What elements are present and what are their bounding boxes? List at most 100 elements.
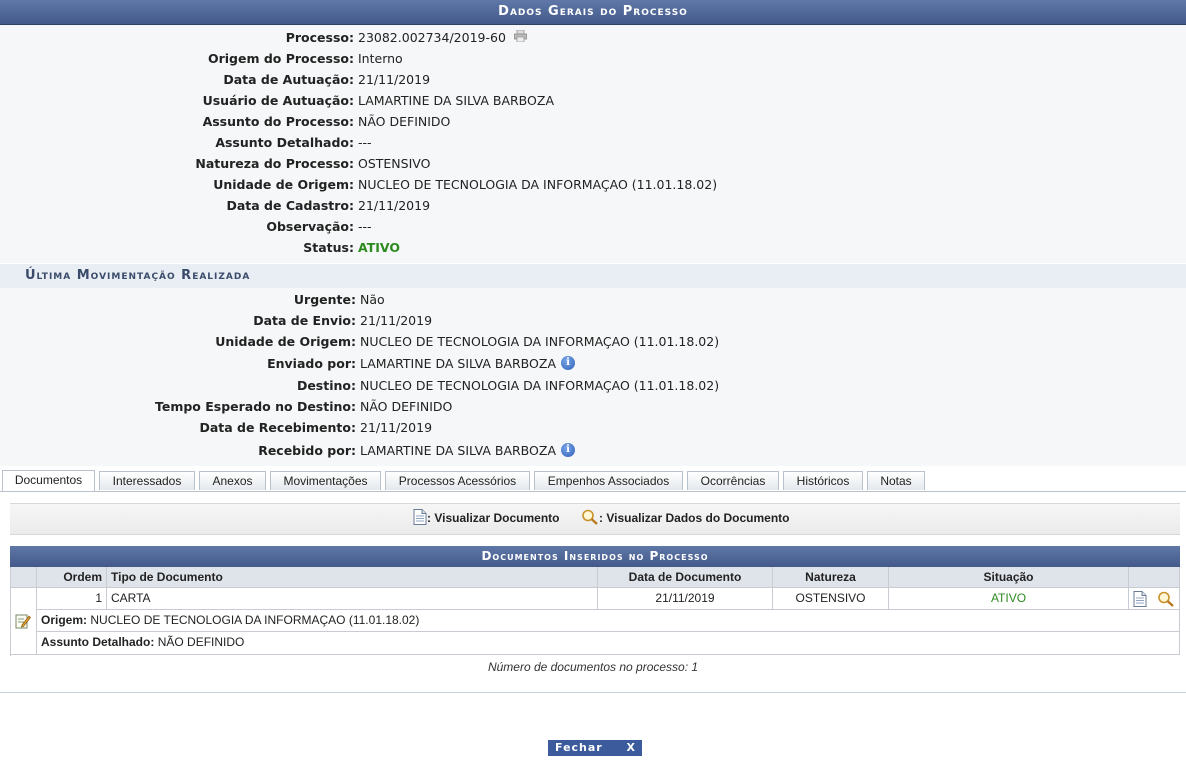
tab-ocorrencias[interactable]: Ocorrências — [687, 471, 779, 490]
row-data-cadastro: Data de Cadastro: 21/11/2019 — [0, 196, 1186, 216]
magnifier-icon[interactable] — [1157, 591, 1175, 607]
cell-natureza: OSTENSIVO — [773, 588, 889, 610]
label-recebido-por: Recebido por: — [258, 443, 356, 458]
label-assunto-processo: Assunto do Processo: — [202, 114, 354, 129]
value-destino: NUCLEO DE TECNOLOGIA DA INFORMAÇAO (11.0… — [360, 378, 720, 393]
document-icon — [413, 509, 427, 525]
row-unidade-origem: Unidade de Origem: NUCLEO DE TECNOLOGIA … — [0, 175, 1186, 195]
label-usuario-autuacao: Usuário de Autuação: — [202, 93, 354, 108]
row-recebido-por: Recebido por: LAMARTINE DA SILVA BARBOZA… — [0, 441, 1186, 461]
row-data-envio: Data de Envio: 21/11/2019 — [0, 311, 1186, 331]
edit-note-icon[interactable] — [15, 613, 31, 629]
value-assunto-detalhado: --- — [358, 135, 372, 150]
cell-origem: Origem: NUCLEO DE TECNOLOGIA DA INFORMAÇ… — [37, 610, 1180, 632]
value-recebido-por: LAMARTINE DA SILVA BARBOZA i — [360, 441, 575, 461]
value-data-cadastro: 21/11/2019 — [358, 198, 431, 213]
header-icon-col — [11, 567, 37, 588]
tab-processos-acessorios[interactable]: Processos Acessórios — [385, 471, 530, 490]
close-button-label: Fechar — [555, 741, 603, 754]
label-data-recebimento: Data de Recebimento: — [199, 420, 356, 435]
tab-movimentacoes[interactable]: Movimentações — [270, 471, 381, 490]
legend-view-data-text: : Visualizar Dados do Documento — [599, 511, 790, 526]
value-assunto-processo: NÃO DEFINIDO — [358, 114, 451, 129]
documents-table-title: Documentos Inseridos no Processo — [10, 546, 1180, 567]
row-enviado-por: Enviado por: LAMARTINE DA SILVA BARBOZA i — [0, 354, 1186, 374]
label-observacao: Observação: — [266, 219, 354, 234]
table-row-edit-cell — [11, 588, 37, 655]
label-destino: Destino: — [296, 378, 356, 393]
status-badge: ATIVO — [358, 240, 400, 255]
row-status: Status: ATIVO — [0, 238, 1186, 258]
cell-ordem: 1 — [37, 588, 107, 610]
value-origem-processo: Interno — [358, 51, 403, 66]
info-icon[interactable]: i — [561, 442, 575, 457]
row-usuario-autuacao: Usuário de Autuação: LAMARTINE DA SILVA … — [0, 91, 1186, 111]
label-unidade-origem: Unidade de Origem: — [213, 177, 354, 192]
row-assunto-detalhado: Assunto Detalhado: --- — [0, 133, 1186, 153]
header-actions — [1129, 567, 1180, 588]
document-icon[interactable] — [1133, 591, 1147, 607]
label-data-autuacao: Data de Autuação: — [223, 72, 354, 87]
printer-icon[interactable] — [514, 29, 527, 42]
value-mov-unidade-origem: NUCLEO DE TECNOLOGIA DA INFORMAÇAO (11.0… — [360, 334, 720, 349]
label-data-envio: Data de Envio: — [253, 313, 356, 328]
row-urgente: Urgente: Não — [0, 290, 1186, 310]
receiver-name: LAMARTINE DA SILVA BARBOZA — [360, 443, 556, 458]
value-usuario-autuacao: LAMARTINE DA SILVA BARBOZA — [358, 93, 554, 108]
row-natureza-processo: Natureza do Processo: OSTENSIVO — [0, 154, 1186, 174]
assunto-label: Assunto Detalhado: — [41, 635, 155, 649]
row-processo: Processo: 23082.002734/2019-60 — [0, 28, 1186, 48]
label-tempo-esperado: Tempo Esperado no Destino: — [154, 399, 356, 414]
documents-count: Número de documentos no processo: 1 — [487, 660, 699, 674]
value-observacao: --- — [358, 219, 372, 234]
tab-interessados[interactable]: Interessados — [99, 471, 195, 490]
cell-data: 21/11/2019 — [598, 588, 773, 610]
assunto-value: NÃO DEFINIDO — [157, 635, 245, 649]
row-tempo-esperado: Tempo Esperado no Destino: NÃO DEFINIDO — [0, 397, 1186, 417]
legend-view-data: : Visualizar Dados do Documento — [581, 509, 790, 527]
row-data-recebimento: Data de Recebimento: 21/11/2019 — [0, 418, 1186, 438]
info-icon[interactable]: i — [561, 355, 575, 370]
value-unidade-origem: NUCLEO DE TECNOLOGIA DA INFORMAÇAO (11.0… — [358, 177, 718, 192]
row-mov-unidade-origem: Unidade de Origem: NUCLEO DE TECNOLOGIA … — [0, 332, 1186, 352]
value-enviado-por: LAMARTINE DA SILVA BARBOZA i — [360, 354, 575, 374]
row-assunto-processo: Assunto do Processo: NÃO DEFINIDO — [0, 112, 1186, 132]
cell-assunto: Assunto Detalhado: NÃO DEFINIDO — [37, 632, 1180, 655]
cell-situacao: ATIVO — [889, 588, 1129, 610]
close-button[interactable]: Fechar X — [548, 740, 642, 756]
label-assunto-detalhado: Assunto Detalhado: — [215, 135, 354, 150]
tab-historicos[interactable]: Históricos — [783, 471, 863, 490]
cell-actions — [1129, 588, 1180, 610]
legend-bar: : Visualizar Documento : Visualizar Dado… — [10, 503, 1180, 535]
row-origem-processo: Origem do Processo: Interno — [0, 49, 1186, 69]
page-title: Dados Gerais do Processo — [0, 0, 1186, 25]
value-tempo-esperado: NÃO DEFINIDO — [360, 399, 453, 414]
label-origem-processo: Origem do Processo: — [207, 51, 354, 66]
tab-bar: Documentos Interessados Anexos Movimenta… — [0, 469, 1186, 492]
cell-tipo: CARTA — [107, 588, 598, 610]
row-destino: Destino: NUCLEO DE TECNOLOGIA DA INFORMA… — [0, 376, 1186, 396]
section-title-movement: Última Movimentação Realizada — [0, 264, 1186, 288]
tab-notas[interactable]: Notas — [867, 471, 925, 490]
header-situacao: Situação — [889, 567, 1129, 588]
legend-view-document: : Visualizar Documento — [413, 509, 560, 527]
close-icon: X — [626, 741, 636, 754]
tab-anexos[interactable]: Anexos — [199, 471, 266, 490]
sender-name: LAMARTINE DA SILVA BARBOZA — [360, 356, 556, 371]
label-processo: Processo: — [285, 30, 354, 45]
origem-label: Origem: — [41, 613, 88, 627]
documents-table: Ordem Tipo de Documento Data de Document… — [10, 567, 1180, 656]
header-tipo: Tipo de Documento — [107, 567, 598, 588]
row-data-autuacao: Data de Autuação: 21/11/2019 — [0, 70, 1186, 90]
value-urgente: Não — [360, 292, 385, 307]
legend-view-document-text: : Visualizar Documento — [427, 511, 560, 526]
label-data-cadastro: Data de Cadastro: — [226, 198, 354, 213]
label-enviado-por: Enviado por: — [267, 356, 356, 371]
tab-empenhos-associados[interactable]: Empenhos Associados — [534, 471, 683, 490]
magnifier-icon — [582, 509, 598, 525]
value-data-envio: 21/11/2019 — [360, 313, 433, 328]
value-processo: 23082.002734/2019-60 — [358, 28, 527, 48]
header-natureza: Natureza — [773, 567, 889, 588]
tab-documentos[interactable]: Documentos — [2, 470, 95, 491]
label-status: Status: — [303, 240, 354, 255]
